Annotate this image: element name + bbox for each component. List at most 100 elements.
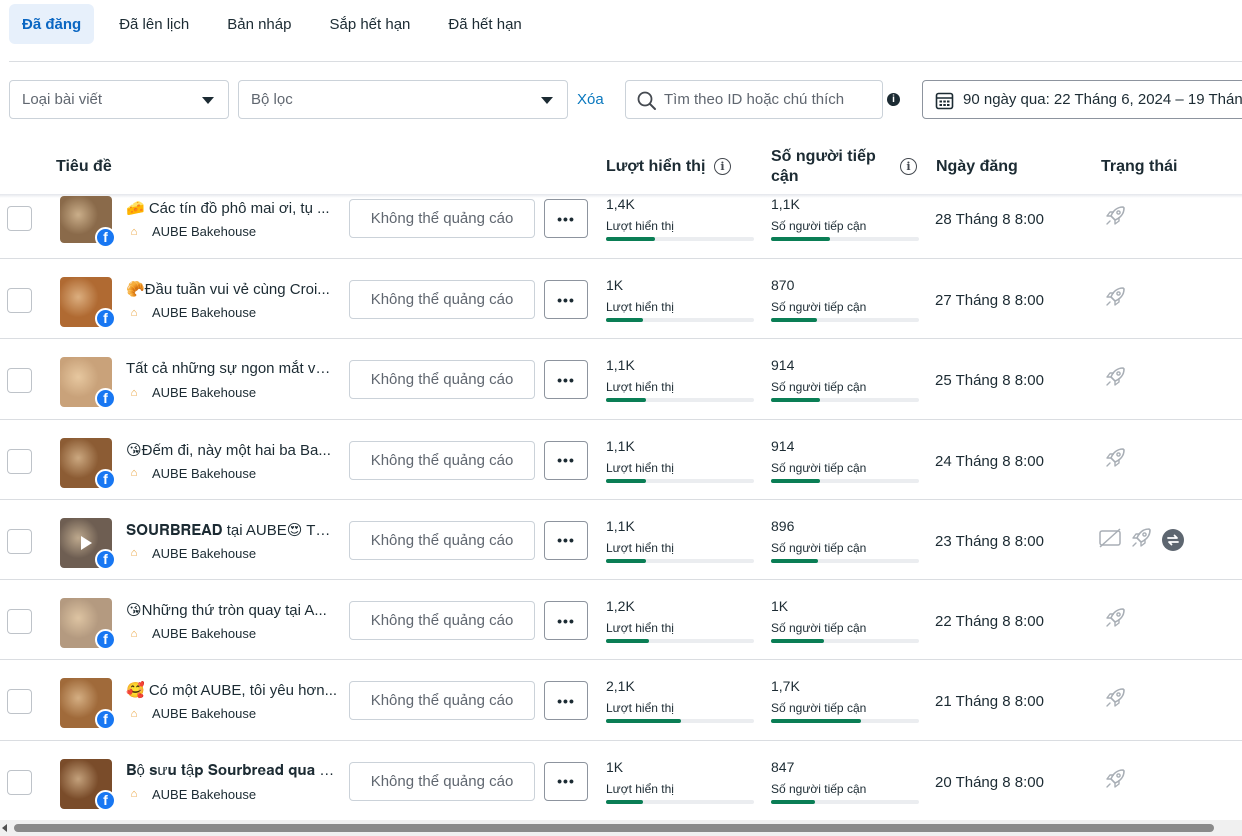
tab-expiring[interactable]: Sắp hết hạn: [316, 4, 423, 44]
boost-disabled-button[interactable]: Không thể quảng cáo: [349, 199, 535, 238]
reach-cell: 1,1K Số người tiếp cận: [771, 196, 919, 241]
posts-table-body: f 🧀 Các tín đồ phô mai ơi, tụ ... ⌂ AUBE…: [0, 196, 1242, 822]
scrollbar-thumb[interactable]: [14, 824, 1214, 832]
filter-dropdown[interactable]: Bộ lọc: [238, 80, 568, 119]
boost-disabled-button[interactable]: Không thể quảng cáo: [349, 520, 535, 560]
date-range-picker[interactable]: 90 ngày qua: 22 Tháng 6, 2024 – 19 Tháng…: [922, 80, 1242, 119]
col-header-title[interactable]: Tiêu đề: [56, 158, 112, 176]
post-title[interactable]: 𝐁ộ 𝐬ư𝐮 𝐭ậ𝐩 𝐒𝐨𝐮𝐫𝐛𝐫𝐞𝐚𝐝 𝐪𝐮𝐚 𝐧...: [126, 762, 338, 779]
post-title[interactable]: 😘Những thứ tròn quay tại A...: [126, 601, 338, 619]
impressions-cell: 1,1K Lượt hiển thị: [606, 357, 754, 403]
row-checkbox[interactable]: [7, 368, 32, 394]
col-header-impressions[interactable]: Lượt hiển thị: [606, 158, 705, 176]
col-header-reach[interactable]: Số người tiếp cận: [771, 147, 876, 187]
reach-label: Số người tiếp cận: [771, 621, 867, 636]
filter-placeholder: Bộ lọc: [251, 91, 293, 108]
tab-published[interactable]: Đã đăng: [9, 4, 95, 44]
publish-date: 20 Tháng 8 8:00: [935, 773, 1044, 791]
col-header-date[interactable]: Ngày đăng: [936, 158, 1018, 176]
info-icon[interactable]: i: [887, 93, 900, 106]
more-options-button[interactable]: •••: [544, 360, 588, 400]
row-checkbox[interactable]: [7, 769, 32, 795]
table-row[interactable]: f 😘Những thứ tròn quay tại A... ⌂ AUBE B…: [0, 580, 1242, 661]
page-name: AUBE Bakehouse: [152, 385, 257, 401]
table-row[interactable]: f 🥰 Có một AUBE, tôi yêu hơn... ⌂ AUBE B…: [0, 660, 1242, 741]
post-title[interactable]: 😘Đếm đi, này một hai ba Ba...: [126, 441, 338, 459]
more-options-button[interactable]: •••: [544, 681, 588, 721]
boost-disabled-button[interactable]: Không thể quảng cáo: [349, 280, 535, 319]
row-checkbox[interactable]: [7, 528, 32, 554]
status-cell: [1103, 446, 1129, 470]
reach-bar: [771, 478, 919, 483]
page-info: ⌂ AUBE Bakehouse: [126, 787, 256, 802]
reach-bar: [771, 639, 919, 644]
post-title[interactable]: Tất cả những sự ngon mắt và ...: [126, 360, 338, 377]
scroll-left-icon[interactable]: [2, 824, 7, 832]
status-cell: [1103, 204, 1129, 228]
info-icon[interactable]: i: [900, 158, 917, 175]
row-checkbox[interactable]: [7, 206, 32, 231]
table-row[interactable]: f 𝐁ộ 𝐬ư𝐮 𝐭ậ𝐩 𝐒𝐨𝐮𝐫𝐛𝐫𝐞𝐚𝐝 𝐪𝐮𝐚 𝐧... ⌂ AUBE B…: [0, 741, 1242, 822]
boost-disabled-button[interactable]: Không thể quảng cáo: [349, 360, 535, 400]
table-row[interactable]: f 𝐒𝐎𝐔𝐑𝐁𝐑𝐄𝐀𝐃 tại AUBE😍 Tự ... ⌂ AUBE Bake…: [0, 500, 1242, 581]
page-name: AUBE Bakehouse: [152, 305, 257, 320]
boost-disabled-button[interactable]: Không thể quảng cáo: [349, 601, 535, 641]
reach-value: 1,1K: [771, 196, 800, 212]
post-title[interactable]: 🧀 Các tín đồ phô mai ơi, tụ ...: [126, 199, 338, 217]
boost-disabled-button[interactable]: Không thể quảng cáo: [349, 440, 535, 480]
impressions-cell: 1,1K Lượt hiển thị: [606, 518, 754, 563]
search-input[interactable]: Tìm theo ID hoặc chú thích: [625, 80, 883, 119]
more-options-button[interactable]: •••: [544, 761, 588, 801]
impressions-value: 1,2K: [606, 598, 635, 615]
post-title[interactable]: 🥐Đầu tuần vui vẻ cùng Croi...: [126, 280, 338, 298]
table-row[interactable]: f 🧀 Các tín đồ phô mai ơi, tụ ... ⌂ AUBE…: [0, 196, 1242, 259]
horizontal-scrollbar[interactable]: [0, 820, 1242, 836]
reach-label: Số người tiếp cận: [771, 300, 867, 314]
reach-label: Số người tiếp cận: [771, 781, 867, 796]
table-row[interactable]: f 🥐Đầu tuần vui vẻ cùng Croi... ⌂ AUBE B…: [0, 259, 1242, 340]
boost-disabled-button[interactable]: Không thể quảng cáo: [349, 681, 535, 721]
row-checkbox[interactable]: [7, 448, 32, 474]
reach-bar: [771, 719, 919, 724]
post-title[interactable]: 🥰 Có một AUBE, tôi yêu hơn...: [126, 681, 338, 699]
reach-cell: 1,7K Số người tiếp cận: [771, 678, 919, 724]
row-checkbox[interactable]: [7, 689, 32, 715]
play-icon: [81, 535, 92, 550]
impressions-cell: 1K Lượt hiển thị: [606, 759, 754, 804]
more-options-button[interactable]: •••: [544, 601, 588, 641]
row-checkbox[interactable]: [7, 609, 32, 635]
reach-cell: 914 Số người tiếp cận: [771, 438, 919, 483]
reach-cell: 1K Số người tiếp cận: [771, 598, 919, 644]
facebook-icon: f: [95, 548, 116, 570]
page-info: ⌂ AUBE Bakehouse: [126, 385, 256, 400]
more-options-button[interactable]: •••: [544, 440, 588, 480]
date-range-text: 90 ngày qua: 22 Tháng 6, 2024 – 19 Tháng…: [963, 91, 1242, 108]
reach-value: 896: [771, 517, 795, 534]
rocket-icon: [1106, 206, 1125, 225]
more-options-button[interactable]: •••: [544, 280, 588, 319]
tab-drafts[interactable]: Bản nháp: [214, 4, 304, 44]
clear-filters-link[interactable]: Xóa: [577, 91, 604, 108]
info-icon[interactable]: i: [714, 158, 731, 175]
row-checkbox[interactable]: [7, 288, 32, 313]
tab-scheduled[interactable]: Đã lên lịch: [106, 4, 202, 44]
more-options-button[interactable]: •••: [544, 520, 588, 560]
impressions-label: Lượt hiển thị: [606, 621, 674, 636]
post-title[interactable]: 𝐒𝐎𝐔𝐑𝐁𝐑𝐄𝐀𝐃 tại AUBE😍 Tự ...: [126, 521, 338, 539]
caret-down-icon: [541, 97, 553, 104]
reach-bar: [771, 558, 919, 563]
tab-expired[interactable]: Đã hết hạn: [435, 4, 534, 44]
facebook-icon: f: [95, 709, 116, 731]
post-type-dropdown[interactable]: Loại bài viết: [9, 80, 229, 119]
table-row[interactable]: f Tất cả những sự ngon mắt và ... ⌂ AUBE…: [0, 339, 1242, 420]
boost-disabled-button[interactable]: Không thể quảng cáo: [349, 761, 535, 801]
reach-bar: [771, 799, 919, 804]
page-name: AUBE Bakehouse: [152, 626, 257, 642]
publish-date: 23 Tháng 8 8:00: [935, 532, 1044, 550]
sync-icon[interactable]: [1161, 528, 1185, 552]
table-row[interactable]: f 😘Đếm đi, này một hai ba Ba... ⌂ AUBE B…: [0, 420, 1242, 500]
more-options-button[interactable]: •••: [544, 199, 588, 238]
impressions-cell: 1,1K Lượt hiển thị: [606, 438, 754, 483]
facebook-icon: f: [95, 388, 116, 410]
col-header-status[interactable]: Trạng thái: [1101, 158, 1177, 176]
